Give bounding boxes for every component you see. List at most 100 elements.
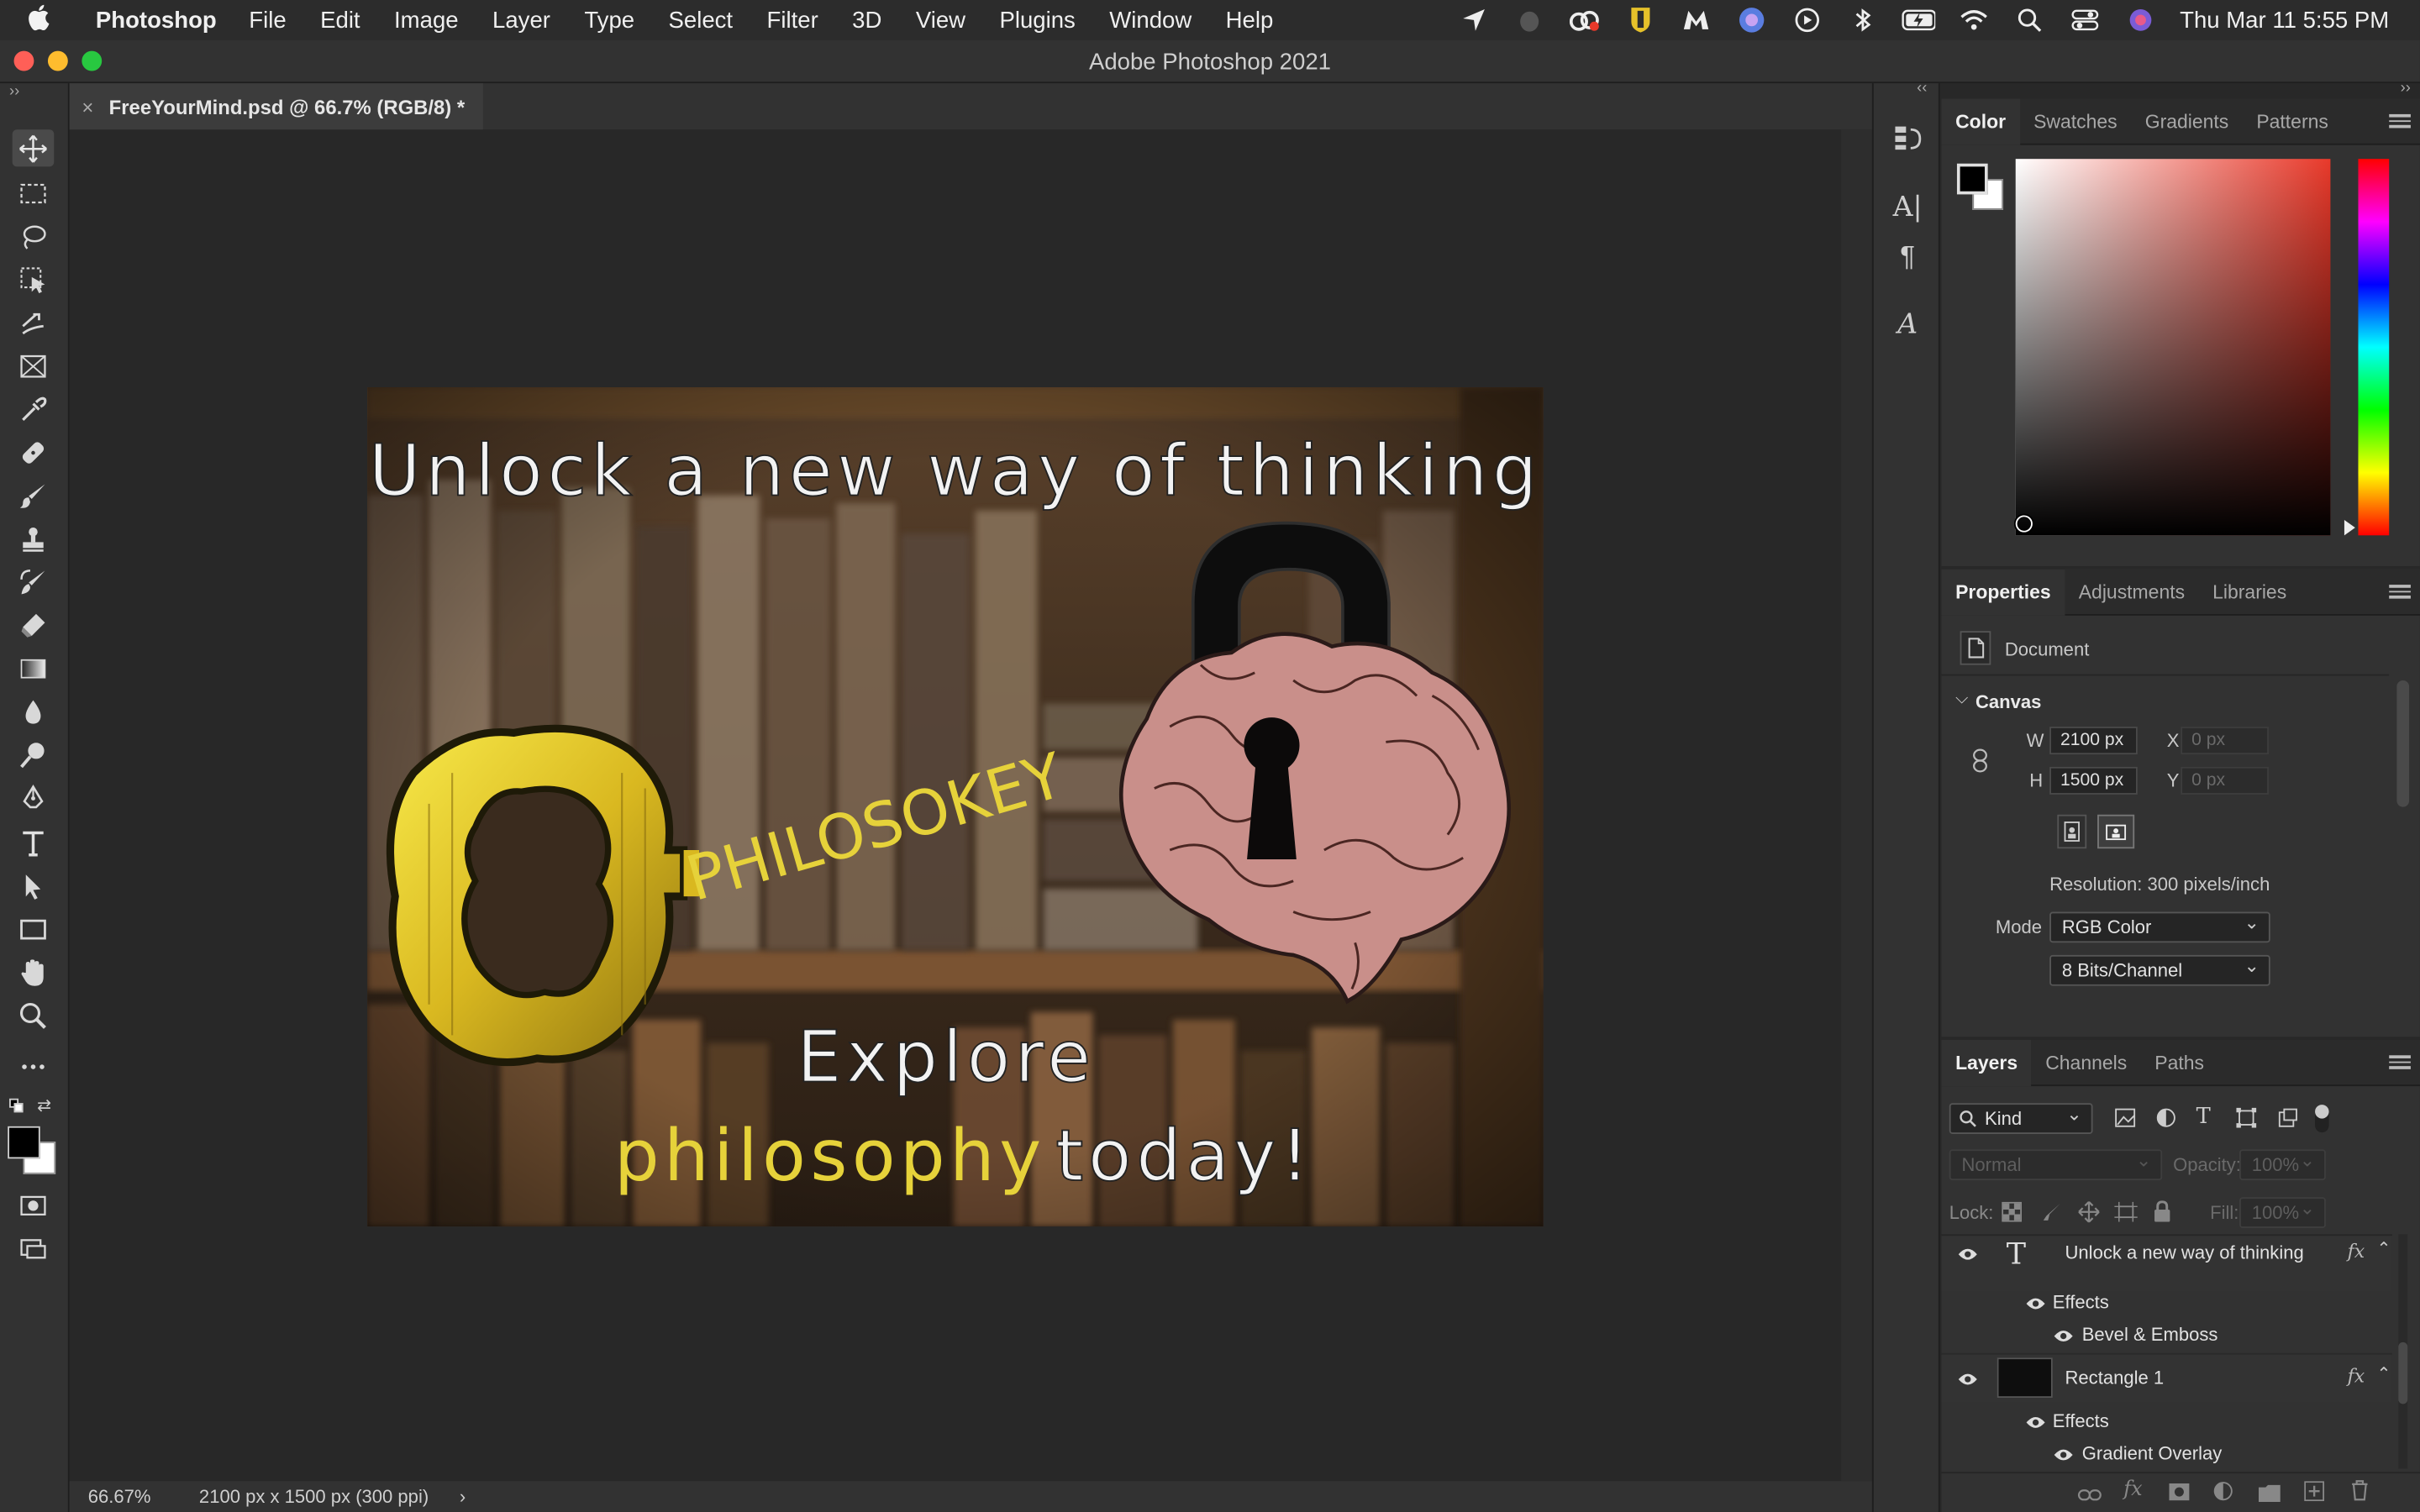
layer-collapse-chevron-icon[interactable]: ⌃ (2377, 1239, 2391, 1259)
layer-effects-row[interactable]: Effects (1942, 1287, 2392, 1318)
canvas-height-field[interactable]: 1500 px (2049, 766, 2138, 795)
zoom-level[interactable]: 66.67% (88, 1486, 184, 1508)
layer-filter-kind-select[interactable]: Kind (1949, 1100, 2093, 1134)
layer-fx-icon[interactable]: fx (2348, 1241, 2365, 1263)
properties-scrollbar[interactable] (2396, 680, 2410, 807)
menu-3d[interactable]: 3D (852, 7, 881, 33)
link-dimensions-icon[interactable] (1970, 748, 1989, 781)
menu-select[interactable]: Select (669, 7, 734, 33)
menu-layer[interactable]: Layer (492, 7, 550, 33)
history-brush-tool-icon[interactable] (13, 563, 55, 600)
effects-visibility-eye-icon[interactable] (2025, 1294, 2047, 1310)
bit-depth-select[interactable]: 8 Bits/Channel (2049, 952, 2270, 986)
globe-app-icon[interactable] (1735, 6, 1769, 34)
status-expand-icon[interactable]: › (460, 1486, 466, 1508)
link-layers-icon[interactable] (2077, 1483, 2102, 1510)
lock-image-pixels-icon[interactable] (2042, 1202, 2062, 1230)
menu-help[interactable]: Help (1226, 7, 1274, 33)
eyedropper-tool-icon[interactable] (13, 391, 55, 428)
canvas-section-title[interactable]: Canvas (1975, 691, 2041, 713)
canvas-width-field[interactable]: 2100 px (2049, 727, 2138, 755)
drop-icon[interactable] (1513, 6, 1547, 34)
tab-adjustments[interactable]: Adjustments (2065, 569, 2198, 615)
fill-field[interactable]: 100% (2239, 1194, 2326, 1229)
new-adjustment-layer-icon[interactable] (2213, 1481, 2233, 1509)
canvas-y-field[interactable]: 0 px (2181, 766, 2269, 795)
close-document-icon[interactable]: × (82, 95, 93, 118)
layers-scrollbar[interactable] (2398, 1234, 2408, 1469)
apple-menu-icon[interactable] (28, 3, 74, 37)
history-panel-icon[interactable] (1887, 118, 1928, 158)
menu-app-name[interactable]: Photoshop (96, 7, 217, 33)
delete-layer-icon[interactable] (2350, 1479, 2369, 1509)
lock-all-icon[interactable] (2153, 1200, 2171, 1230)
creative-cloud-icon[interactable] (1569, 6, 1602, 34)
tab-libraries[interactable]: Libraries (2199, 569, 2301, 615)
zoom-tool-icon[interactable] (13, 997, 55, 1034)
bluetooth-icon[interactable] (1846, 6, 1880, 34)
properties-panel-menu-icon[interactable] (2389, 581, 2411, 600)
color-picker-handle[interactable] (2015, 515, 2033, 533)
glyphs-panel-icon[interactable]: A (1887, 304, 1928, 344)
panels-collapse-icon[interactable]: ›› (2401, 81, 2411, 97)
color-mode-select[interactable]: RGB Color (2049, 909, 2270, 943)
layer-visibility-eye-icon[interactable] (1957, 1245, 1979, 1260)
pen-tool-icon[interactable] (13, 780, 55, 816)
menu-view[interactable]: View (916, 7, 965, 33)
portrait-orientation-button[interactable] (2057, 814, 2087, 849)
add-layer-style-icon[interactable]: fx (2123, 1478, 2142, 1502)
object-select-tool-icon[interactable] (13, 260, 55, 297)
canvas-section-chevron-icon[interactable]: ⌵ (1955, 690, 1968, 710)
type-tool-icon[interactable] (13, 824, 55, 861)
wifi-icon[interactable] (1958, 6, 1991, 34)
strip-collapse-icon[interactable]: ‹‹ (1917, 81, 1927, 97)
layer-effect-item[interactable]: Bevel & Emboss (1942, 1319, 2392, 1350)
tab-properties[interactable]: Properties (1941, 568, 2065, 615)
document-info[interactable]: 2100 px x 1500 px (300 ppi) (199, 1486, 429, 1508)
spotlight-search-icon[interactable] (2013, 6, 2047, 34)
tab-patterns[interactable]: Patterns (2243, 98, 2343, 144)
hand-tool-icon[interactable] (13, 953, 55, 990)
color-panel-menu-icon[interactable] (2389, 111, 2411, 129)
color-picker-field[interactable] (2015, 159, 2331, 536)
layer-row[interactable]: Rectangle 1 fx ⌃ (1941, 1352, 2392, 1403)
effect-visibility-eye-icon[interactable] (2053, 1446, 2075, 1461)
healing-brush-tool-icon[interactable] (13, 433, 55, 470)
brush-tool-icon[interactable] (13, 477, 55, 514)
menubar-clock[interactable]: Thu Mar 11 5:55 PM (2180, 7, 2389, 33)
menu-file[interactable]: File (249, 7, 286, 33)
siri-icon[interactable] (2124, 6, 2158, 34)
quick-mask-icon[interactable] (13, 1186, 55, 1223)
layer-fx-icon[interactable]: fx (2348, 1365, 2365, 1387)
path-select-tool-icon[interactable] (13, 867, 55, 904)
control-center-icon[interactable] (2069, 6, 2102, 34)
layer-name[interactable]: Rectangle 1 (2065, 1367, 2165, 1389)
layer-effects-row[interactable]: Effects (1942, 1405, 2392, 1436)
filter-adjustment-layers-icon[interactable] (2156, 1108, 2176, 1136)
screen-mode-icon[interactable] (13, 1230, 55, 1267)
default-colors-icon[interactable] (9, 1098, 24, 1114)
move-tool-icon[interactable] (12, 129, 55, 167)
menu-window[interactable]: Window (1109, 7, 1192, 33)
canvas-x-field[interactable]: 0 px (2181, 727, 2269, 755)
menu-type[interactable]: Type (584, 7, 634, 33)
filter-shape-layers-icon[interactable] (2236, 1107, 2257, 1136)
menu-edit[interactable]: Edit (320, 7, 360, 33)
lasso-tool-icon[interactable] (13, 218, 55, 255)
gradient-tool-icon[interactable] (13, 649, 55, 686)
tab-paths[interactable]: Paths (2141, 1039, 2218, 1085)
toolbar-collapse-icon[interactable]: ›› (9, 83, 19, 100)
effect-visibility-eye-icon[interactable] (2053, 1327, 2075, 1342)
frame-tool-icon[interactable] (13, 347, 55, 384)
filter-pixel-layers-icon[interactable] (2114, 1108, 2136, 1136)
layer-filter-toggle[interactable] (2315, 1105, 2329, 1133)
add-mask-icon[interactable] (2169, 1481, 2191, 1509)
character-panel-icon[interactable]: A| (1887, 186, 1928, 227)
menu-plugins[interactable]: Plugins (999, 7, 1075, 33)
tab-color[interactable]: Color (1941, 97, 2020, 144)
tab-gradients[interactable]: Gradients (2131, 98, 2243, 144)
lock-transparent-pixels-icon[interactable] (2002, 1201, 2023, 1230)
lock-position-icon[interactable] (2077, 1200, 2101, 1231)
new-layer-icon[interactable] (2304, 1481, 2325, 1509)
swap-colors-icon[interactable]: ⇄ (37, 1095, 51, 1116)
